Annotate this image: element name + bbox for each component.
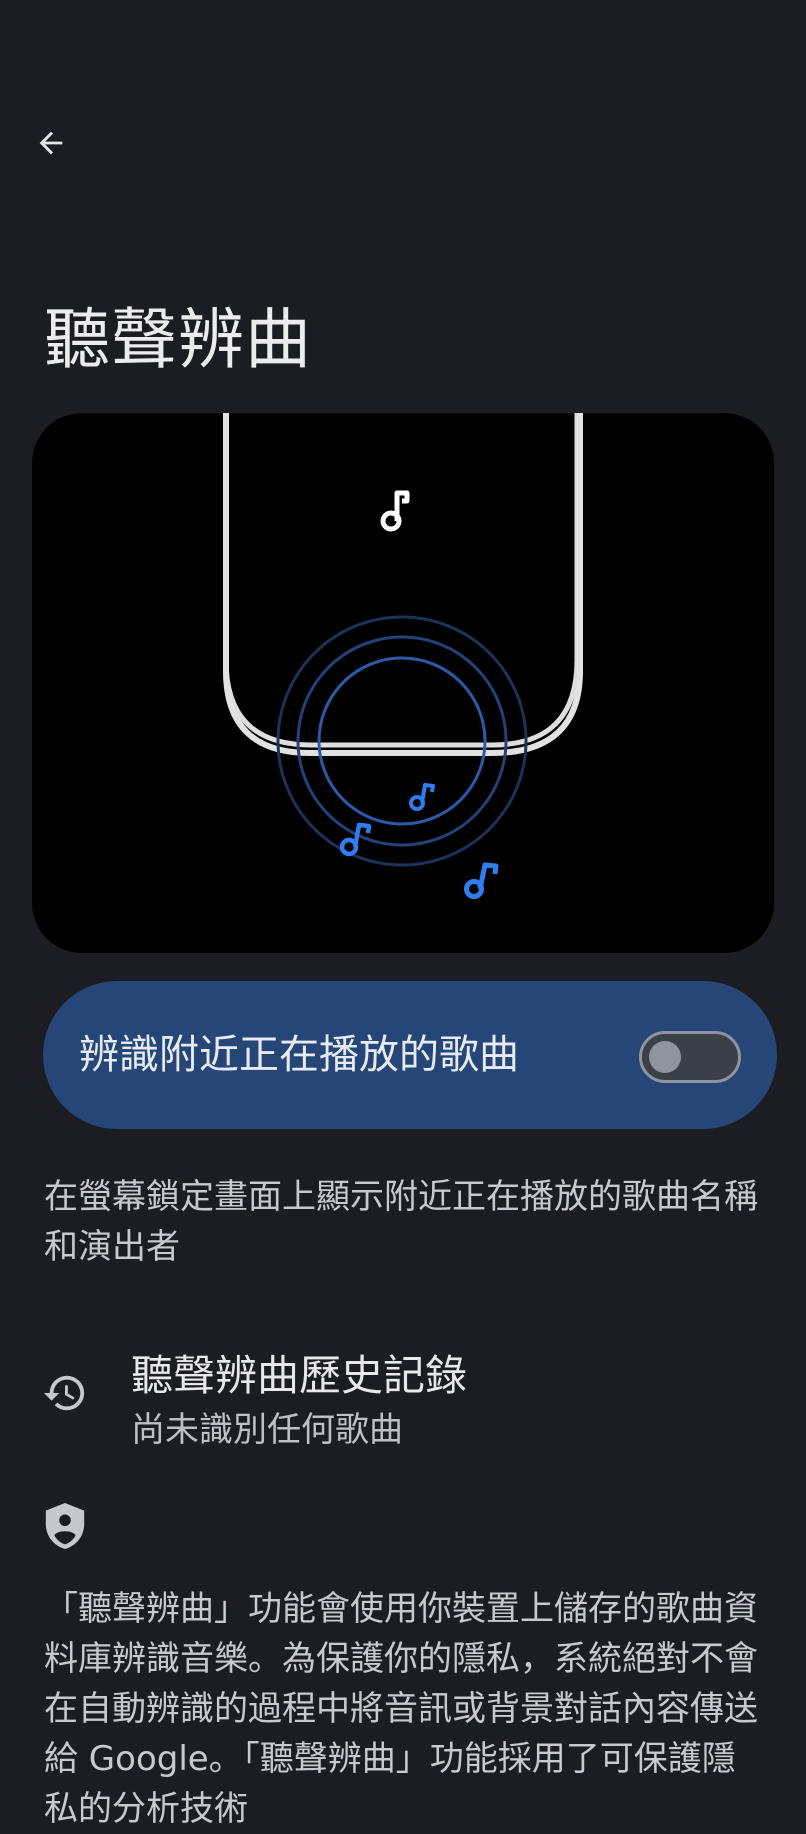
arrow-back-icon: [39, 131, 63, 155]
now-playing-illustration: [32, 413, 774, 953]
music-note-icon: [380, 490, 410, 532]
privacy-text: 「聽聲辨曲」功能會使用你裝置上儲存的歌曲資料庫辨識音樂。為保護你的隱私，系統絕對…: [44, 1589, 758, 1829]
now-playing-toggle-row[interactable]: 辨識附近正在播放的歌曲: [43, 981, 777, 1129]
history-icon: [43, 1375, 85, 1411]
sound-ring: [317, 656, 487, 826]
feature-description: 在螢幕鎖定畫面上顯示附近正在播放的歌曲名稱和演出者: [44, 1177, 758, 1267]
history-subtitle: 尚未識別任何歌曲: [131, 1410, 403, 1450]
page-title: 聽聲辨曲: [44, 301, 312, 378]
back-button[interactable]: [24, 116, 78, 170]
history-title: 聽聲辨曲歷史記錄: [131, 1351, 468, 1400]
music-note-icon: [409, 783, 435, 811]
toggle-label: 辨識附近正在播放的歌曲: [79, 1032, 519, 1078]
music-note-icon: [464, 862, 499, 899]
sound-ring: [296, 635, 508, 847]
history-row[interactable]: 聽聲辨曲歷史記錄 尚未識別任何歌曲: [0, 1330, 806, 1460]
switch-knob: [649, 1041, 681, 1073]
phone-outline: [223, 413, 580, 748]
privacy-shield-icon: [45, 1503, 85, 1549]
now-playing-switch[interactable]: [639, 1031, 741, 1083]
sound-ring: [276, 615, 528, 867]
